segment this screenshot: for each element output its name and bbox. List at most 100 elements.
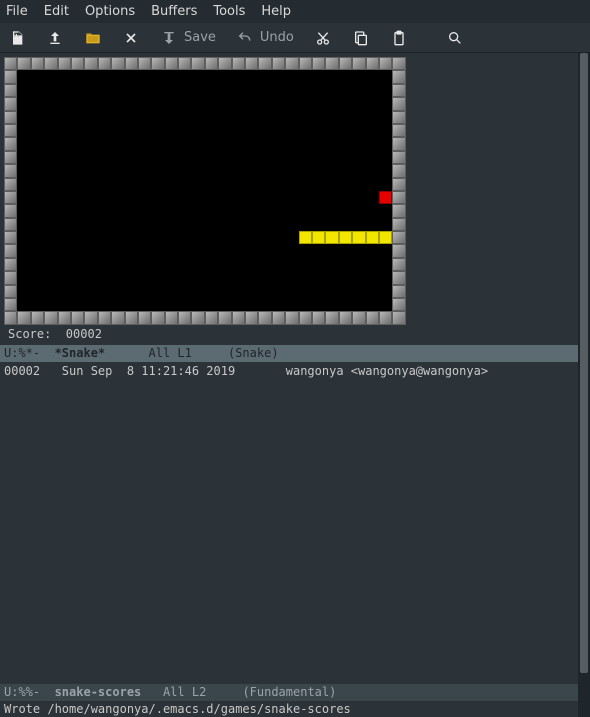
- empty-cell: [151, 285, 164, 298]
- snake-cell: [312, 231, 325, 244]
- empty-cell: [218, 84, 231, 97]
- empty-cell: [125, 285, 138, 298]
- undo-group[interactable]: Undo: [236, 29, 294, 47]
- folder-icon[interactable]: [84, 29, 102, 47]
- empty-cell: [178, 70, 191, 83]
- empty-cell: [191, 178, 204, 191]
- empty-cell: [379, 285, 392, 298]
- save-group[interactable]: Save: [160, 29, 216, 47]
- empty-cell: [165, 124, 178, 137]
- empty-cell: [165, 111, 178, 124]
- empty-cell: [379, 164, 392, 177]
- empty-cell: [111, 244, 124, 257]
- empty-cell: [125, 204, 138, 217]
- empty-cell: [366, 164, 379, 177]
- empty-cell: [71, 137, 84, 150]
- empty-cell: [258, 178, 271, 191]
- wall-cell: [151, 311, 164, 324]
- wall-cell: [392, 285, 405, 298]
- menu-buffers[interactable]: Buffers: [151, 4, 197, 19]
- empty-cell: [299, 137, 312, 150]
- empty-cell: [191, 244, 204, 257]
- empty-cell: [31, 164, 44, 177]
- paste-icon[interactable]: [390, 29, 408, 47]
- empty-cell: [71, 231, 84, 244]
- search-icon[interactable]: [446, 29, 464, 47]
- empty-cell: [151, 164, 164, 177]
- empty-cell: [151, 151, 164, 164]
- empty-cell: [325, 137, 338, 150]
- open-file-icon[interactable]: [46, 29, 64, 47]
- empty-cell: [339, 204, 352, 217]
- wall-cell: [258, 57, 271, 70]
- empty-cell: [191, 298, 204, 311]
- empty-cell: [366, 298, 379, 311]
- snake-board[interactable]: [4, 57, 406, 325]
- wall-cell: [31, 311, 44, 324]
- wall-cell: [366, 57, 379, 70]
- empty-cell: [379, 151, 392, 164]
- wall-cell: [58, 57, 71, 70]
- empty-cell: [272, 271, 285, 284]
- empty-cell: [17, 164, 30, 177]
- modeline-buffer: *Snake*: [55, 346, 106, 360]
- empty-cell: [352, 244, 365, 257]
- close-icon[interactable]: [122, 29, 140, 47]
- empty-cell: [17, 137, 30, 150]
- empty-cell: [31, 244, 44, 257]
- empty-cell: [165, 151, 178, 164]
- modeline-scores[interactable]: U:%%- snake-scores All L2 (Fundamental): [0, 684, 578, 701]
- empty-cell: [138, 271, 151, 284]
- scrollbar-thumb[interactable]: [580, 53, 588, 673]
- empty-cell: [272, 231, 285, 244]
- empty-cell: [312, 204, 325, 217]
- empty-cell: [366, 137, 379, 150]
- empty-cell: [84, 285, 97, 298]
- modeline2-buffer: snake-scores: [55, 685, 142, 699]
- menu-tools[interactable]: Tools: [213, 4, 245, 19]
- snake-buffer[interactable]: Score: 00002: [0, 53, 578, 345]
- empty-cell: [339, 151, 352, 164]
- empty-cell: [165, 204, 178, 217]
- empty-cell: [272, 124, 285, 137]
- empty-cell: [325, 244, 338, 257]
- empty-cell: [232, 244, 245, 257]
- cut-icon[interactable]: [314, 29, 332, 47]
- empty-cell: [285, 97, 298, 110]
- empty-cell: [44, 271, 57, 284]
- empty-cell: [312, 191, 325, 204]
- menu-file[interactable]: File: [6, 4, 28, 19]
- scrollbar[interactable]: [578, 53, 590, 717]
- empty-cell: [325, 218, 338, 231]
- empty-cell: [31, 111, 44, 124]
- menu-help[interactable]: Help: [261, 4, 291, 19]
- wall-cell: [165, 57, 178, 70]
- wall-cell: [392, 244, 405, 257]
- minibuffer[interactable]: Wrote /home/wangonya/.emacs.d/games/snak…: [0, 701, 578, 717]
- empty-cell: [98, 258, 111, 271]
- copy-icon[interactable]: [352, 29, 370, 47]
- empty-cell: [17, 84, 30, 97]
- modeline-snake[interactable]: U:%*- *Snake* All L1 (Snake): [0, 345, 578, 362]
- empty-cell: [312, 97, 325, 110]
- empty-cell: [84, 231, 97, 244]
- empty-cell: [138, 191, 151, 204]
- empty-cell: [379, 84, 392, 97]
- empty-cell: [191, 285, 204, 298]
- empty-cell: [151, 178, 164, 191]
- wall-cell: [4, 285, 17, 298]
- empty-cell: [165, 178, 178, 191]
- empty-cell: [71, 97, 84, 110]
- empty-cell: [218, 151, 231, 164]
- menu-edit[interactable]: Edit: [44, 4, 69, 19]
- menu-options[interactable]: Options: [85, 4, 135, 19]
- empty-cell: [111, 70, 124, 83]
- new-file-icon[interactable]: [8, 29, 26, 47]
- scores-buffer[interactable]: 00002 Sun Sep 8 11:21:46 2019 wangonya <…: [0, 362, 578, 684]
- empty-cell: [285, 178, 298, 191]
- empty-cell: [111, 231, 124, 244]
- wall-cell: [392, 164, 405, 177]
- work-area: Score: 00002 U:%*- *Snake* All L1 (Snake…: [0, 53, 590, 717]
- empty-cell: [138, 151, 151, 164]
- empty-cell: [379, 218, 392, 231]
